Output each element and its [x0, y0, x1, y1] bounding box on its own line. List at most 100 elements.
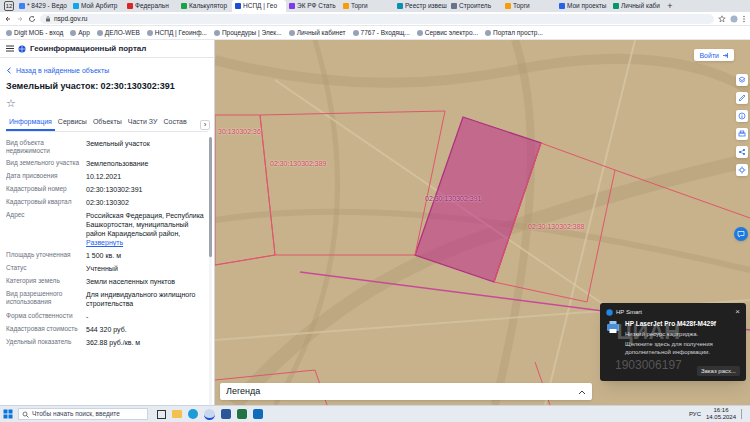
forward-arrow-icon[interactable] [16, 15, 24, 23]
layers-icon [738, 76, 746, 84]
browser-tab[interactable]: Федеральн [124, 0, 178, 12]
parcel[interactable] [494, 143, 615, 302]
attribute-label: Кадастровый квартал [6, 198, 82, 207]
bookmark[interactable]: Портал простр... [485, 29, 543, 37]
language-indicator[interactable]: РУС [689, 410, 701, 418]
browser-tab[interactable]: Торги [340, 0, 394, 12]
explorer-icon[interactable] [172, 410, 182, 418]
excel-icon[interactable] [237, 409, 247, 419]
favicon-icon [127, 3, 133, 9]
close-button[interactable]: × [735, 308, 740, 316]
map-measure-button[interactable] [736, 92, 748, 104]
attribute-row: Кадастровый номер02:30:130302:391 [6, 183, 207, 196]
browser-tab[interactable]: Торги [502, 0, 556, 12]
taskbar-search[interactable]: Чтобы начать поиск, введите [18, 408, 148, 420]
new-tab-button[interactable]: + [664, 0, 676, 12]
parcel[interactable] [215, 115, 275, 265]
attribute-value: 1 500 кв. м [86, 251, 207, 260]
clock[interactable]: 16:16 14.05.2024 [706, 407, 736, 421]
print-icon [738, 130, 746, 138]
chevron-up-icon [578, 389, 586, 395]
map-print-button[interactable] [736, 128, 748, 140]
site-info-icon[interactable] [45, 16, 51, 22]
info-icon [738, 112, 746, 120]
menu-dots-icon[interactable] [742, 15, 746, 23]
word-icon[interactable] [221, 409, 231, 419]
bookmark[interactable]: Личный кабинет [289, 29, 346, 37]
bookmark[interactable]: 7767 - Входящ... [353, 29, 410, 37]
favorite-star[interactable]: ☆ [6, 97, 208, 109]
parcel[interactable] [260, 111, 445, 255]
bookmark-favicon-icon [214, 30, 220, 36]
attribute-value: Российская Федерация, Республика Башкорт… [86, 211, 207, 238]
reload-icon[interactable] [28, 15, 36, 23]
bookmark[interactable]: НСПД | Геоинф... [147, 29, 207, 37]
url-field[interactable]: nspd.gov.ru [40, 14, 714, 24]
scrollbar[interactable] [209, 137, 212, 405]
legend-bar[interactable]: Легенда [220, 383, 592, 400]
tab-label: Торги [351, 2, 368, 10]
order-supplies-button[interactable]: Заказ расх... [697, 366, 740, 376]
attribute-value: Землепользование [86, 159, 207, 168]
tab-label: * 8429 - Ведо [27, 2, 67, 10]
map-location-button[interactable] [736, 164, 748, 176]
task-view-icon[interactable] [157, 410, 166, 419]
browser-tab[interactable]: Калькулятор [178, 0, 232, 12]
favicon-icon [343, 3, 349, 9]
back-arrow-icon[interactable] [4, 15, 12, 23]
login-arrow-icon [722, 52, 729, 59]
tab-label: Реестр извеш [405, 2, 447, 10]
browser-tab[interactable]: Личный каби [610, 0, 664, 12]
map-info-button[interactable] [736, 110, 748, 122]
map[interactable]: 02:30:130302:39102:30:130302:38902:30:13… [215, 40, 750, 405]
panel-tab[interactable]: Состав [160, 117, 189, 131]
windows-start-icon[interactable] [3, 409, 13, 419]
bookmark[interactable]: Арр [70, 29, 90, 37]
bookmark-label: ДЕЛО-WEB [105, 29, 140, 37]
map-share-button[interactable] [736, 146, 748, 158]
hamburger-icon[interactable] [6, 45, 14, 52]
browser-tab[interactable]: Мой Арбитр [70, 0, 124, 12]
tab-label: Мои проекты [567, 2, 606, 10]
favicon-icon [19, 3, 25, 9]
bookmark[interactable]: Процедуры | Элек... [214, 29, 282, 37]
tabs-next-button[interactable]: › [200, 120, 210, 130]
outlook-icon[interactable] [253, 409, 263, 419]
attribute-row: Вид объекта недвижимостиЗемельный участо… [6, 137, 207, 157]
browser-tab[interactable]: Реестр извеш [394, 0, 448, 12]
browser-tab[interactable]: НСПД | Гео [232, 0, 286, 12]
attribute-row: СтатусУчтенный [6, 262, 207, 275]
browser-tab[interactable]: * 8429 - Ведо [16, 0, 70, 12]
panel-tab[interactable]: Объекты [90, 117, 125, 131]
assistant-button[interactable] [734, 227, 748, 241]
panel-tab[interactable]: Сервисы [55, 117, 90, 131]
bookmark-star-icon[interactable] [718, 15, 726, 23]
attribute-label: Категория земель [6, 277, 82, 286]
bookmarks-bar: Digit МОБ - вход Арр ДЕЛО-WEB НСПД | Геоинф… [0, 26, 750, 40]
bookmark[interactable]: ДЕЛО-WEB [97, 29, 140, 37]
yandex-browser-icon[interactable] [204, 409, 215, 420]
profile-icon[interactable] [730, 15, 738, 23]
bookmark[interactable]: Digit МОБ - вход [6, 29, 63, 37]
tab-count[interactable]: 12 [2, 0, 16, 12]
attribute-row: Вид разрешенного использованияДля индиви… [6, 288, 207, 310]
tab-label: ЭК РФ Стать [297, 2, 336, 10]
hp-notification[interactable]: HP Smart × HP LaserJet Pro M428f-M429f Н… [600, 303, 746, 381]
login-button[interactable]: Войти [694, 49, 734, 61]
panel-tab[interactable]: Части ЗУ [125, 117, 161, 131]
notifications-icon[interactable] [741, 409, 747, 419]
edge-icon[interactable] [188, 409, 198, 419]
browser-tab[interactable]: Строитель [448, 0, 502, 12]
browser-tab[interactable]: Мои проекты [556, 0, 610, 12]
browser-tab[interactable]: ЭК РФ Стать [286, 0, 340, 12]
favicon-icon [397, 3, 403, 9]
panel-tab[interactable]: Информация [6, 117, 55, 131]
expand-link[interactable]: Развернуть [86, 238, 207, 247]
favicon-icon [235, 3, 241, 9]
taskbar: Чтобы начать поиск, введите РУС 16:16 14… [0, 405, 750, 422]
attribute-value: Для индивидуального жилищного строительс… [86, 290, 207, 308]
attribute-row: АдресРоссийская Федерация, Республика Ба… [6, 209, 207, 249]
map-layers-button[interactable] [736, 74, 748, 86]
bookmark[interactable]: Сервис электро... [417, 29, 478, 37]
back-link[interactable]: Назад в найденные объекты [6, 66, 208, 75]
